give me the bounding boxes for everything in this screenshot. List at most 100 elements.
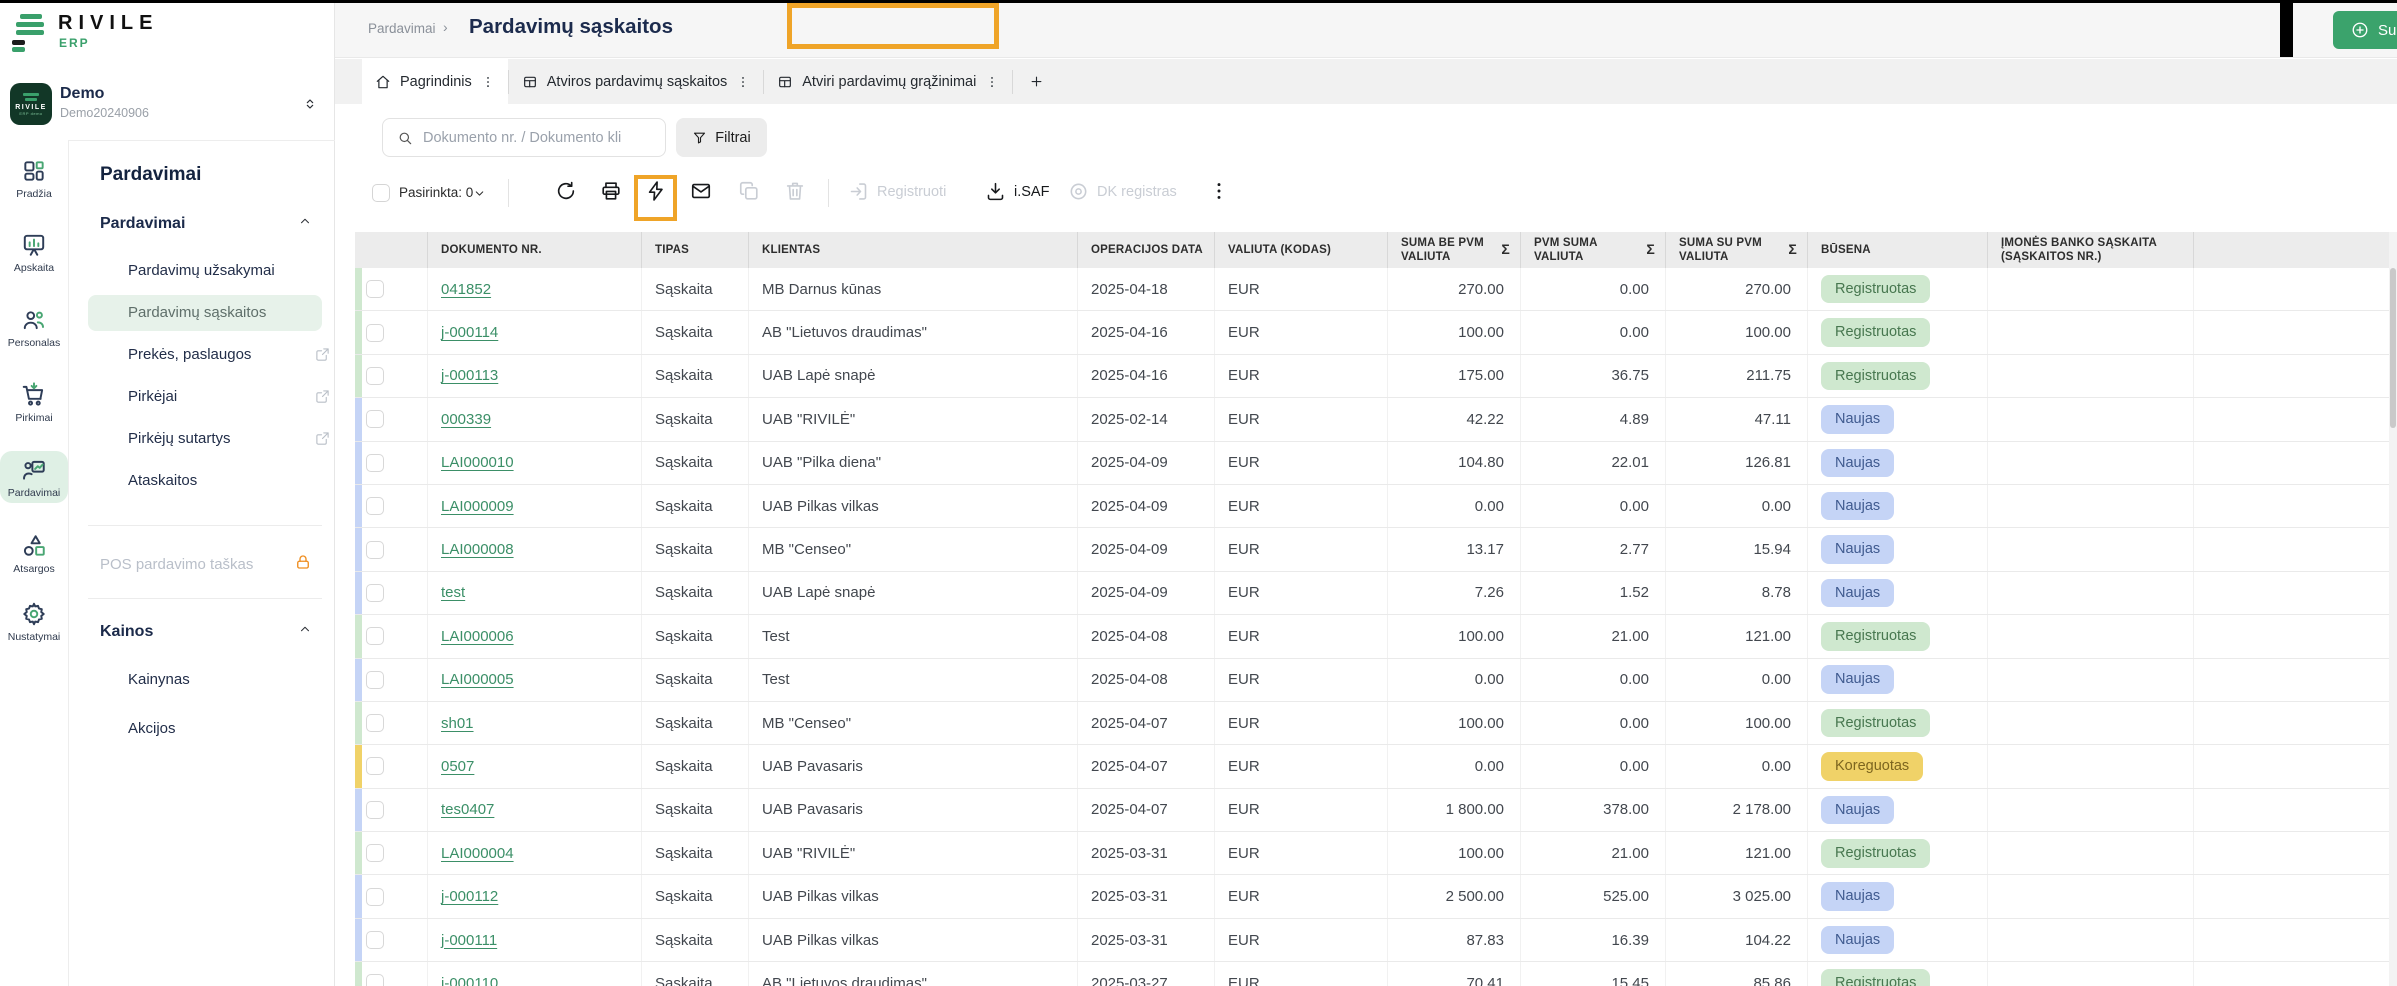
updown-chevron-icon[interactable] <box>302 94 318 114</box>
status-badge: Registruotas <box>1821 275 1930 304</box>
refresh-button[interactable] <box>552 179 580 207</box>
document-link[interactable]: j-000112 <box>441 888 498 905</box>
sidebar-item[interactable]: Ataskaitos <box>128 472 312 489</box>
column-header-bankas[interactable]: ĮMONĖS BANKO SĄSKAITA (SĄSKAITOS NR.) <box>1988 232 2194 268</box>
row-checkbox[interactable] <box>366 801 384 819</box>
document-link[interactable]: j-000113 <box>441 367 498 384</box>
row-checkbox[interactable] <box>366 931 384 949</box>
column-header-tipas[interactable]: TIPAS <box>642 232 749 268</box>
document-link[interactable]: j-000110 <box>441 975 498 986</box>
register-button[interactable]: Registruoti <box>848 181 946 202</box>
select-all-checkbox[interactable] <box>372 184 390 202</box>
row-checkbox[interactable] <box>366 541 384 559</box>
delete-button[interactable] <box>781 179 809 207</box>
tab-menu-icon[interactable] <box>481 74 495 90</box>
selected-count[interactable]: Pasirinkta: 0 <box>399 185 473 200</box>
sidebar-item[interactable]: Akcijos <box>128 720 312 737</box>
document-link[interactable]: LAI000004 <box>441 845 514 862</box>
column-header-suma_be_pvm[interactable]: SUMA BE PVM VALIUTAΣ <box>1388 232 1521 268</box>
sidebar-title: Pardavimai <box>100 164 201 186</box>
toolbar-more-button[interactable] <box>1205 179 1233 207</box>
rail-item-label: Atsargos <box>13 563 54 575</box>
copy-button[interactable] <box>735 179 763 207</box>
row-checkbox[interactable] <box>366 888 384 906</box>
document-link[interactable]: LAI000005 <box>441 671 514 688</box>
document-link[interactable]: 0507 <box>441 758 474 775</box>
chevron-down-icon[interactable] <box>473 187 486 200</box>
sidebar-item[interactable]: Kainynas <box>128 671 312 688</box>
document-link[interactable]: j-000111 <box>441 932 497 949</box>
sidebar-section-pardavimai[interactable]: Pardavimai <box>100 214 312 233</box>
rail-item-pirkimai[interactable]: Pirkimai <box>0 382 68 424</box>
company-switcher[interactable]: RIVILEERP demo Demo Demo20240906 <box>10 83 325 129</box>
print-button[interactable] <box>597 179 625 207</box>
sigma-sum-icon[interactable]: Σ <box>1646 241 1655 259</box>
document-link[interactable]: j-000114 <box>441 324 498 341</box>
document-link[interactable]: LAI000010 <box>441 454 514 471</box>
sidebar-item[interactable]: Pirkėjai <box>128 388 312 405</box>
rail-item-atsargos[interactable]: Atsargos <box>0 533 68 575</box>
row-checkbox[interactable] <box>366 324 384 342</box>
document-link[interactable]: 000339 <box>441 411 491 428</box>
document-link[interactable]: LAI000008 <box>441 541 514 558</box>
row-checkbox[interactable] <box>366 844 384 862</box>
column-header-klientas[interactable]: KLIENTAS <box>749 232 1078 268</box>
row-checkbox[interactable] <box>366 280 384 298</box>
column-header-busena[interactable]: BŪSENA <box>1808 232 1988 268</box>
dk-register-button[interactable]: DK registras <box>1068 181 1177 202</box>
row-checkbox[interactable] <box>366 671 384 689</box>
row-checkbox[interactable] <box>366 410 384 428</box>
cell-tipas: Sąskaita <box>642 398 749 440</box>
sigma-sum-icon[interactable]: Σ <box>1788 241 1797 259</box>
row-checkbox[interactable] <box>366 367 384 385</box>
email-button[interactable] <box>687 179 715 207</box>
column-header-data[interactable]: OPERACIJOS DATA <box>1078 232 1215 268</box>
tab-1[interactable]: Pagrindinis <box>362 59 508 104</box>
column-header-pvm_suma[interactable]: PVM SUMA VALIUTAΣ <box>1521 232 1666 268</box>
tab-menu-icon[interactable] <box>736 74 750 90</box>
add-tab-button[interactable] <box>1013 59 1060 104</box>
sidebar-item[interactable]: Pirkėjų sutartys <box>128 430 312 447</box>
row-checkbox[interactable] <box>366 497 384 515</box>
breadcrumb[interactable]: Pardavimai <box>368 21 436 36</box>
quick-action-button[interactable] <box>642 179 670 207</box>
column-header-valiuta[interactable]: VALIUTA (KODAS) <box>1215 232 1388 268</box>
rail-item-label: Pirkimai <box>15 412 52 424</box>
sidebar-item[interactable]: Prekės, paslaugos <box>128 346 312 363</box>
column-header-doc[interactable]: DOKUMENTO NR. <box>428 232 642 268</box>
filter-button[interactable]: Filtrai <box>676 118 767 157</box>
rail-item-personalas[interactable]: Personalas <box>0 307 68 349</box>
brand-logo[interactable]: RIVILE ERP <box>12 10 212 54</box>
scrollbar-thumb[interactable] <box>2390 268 2396 428</box>
tab-3[interactable]: Atviri pardavimų grąžinimai <box>764 59 1012 104</box>
row-checkbox[interactable] <box>366 757 384 775</box>
document-link[interactable]: LAI000009 <box>441 498 514 515</box>
cell-tipas: Sąskaita <box>642 832 749 874</box>
sigma-sum-icon[interactable]: Σ <box>1501 241 1510 259</box>
row-checkbox[interactable] <box>366 714 384 732</box>
document-link[interactable]: sh01 <box>441 715 474 732</box>
search-input[interactable] <box>423 130 653 146</box>
isaf-button[interactable]: i.SAF <box>985 181 1049 202</box>
document-link[interactable]: LAI000006 <box>441 628 514 645</box>
create-button[interactable]: Sukurti <box>2333 11 2397 49</box>
sidebar-item[interactable]: Pardavimų užsakymai <box>128 262 312 279</box>
document-link[interactable]: test <box>441 584 465 601</box>
sidebar-item[interactable]: Pardavimų sąskaitos <box>128 304 312 321</box>
row-checkbox[interactable] <box>366 627 384 645</box>
rail-item-nustatymai[interactable]: Nustatymai <box>0 601 68 643</box>
rail-item-pradžia[interactable]: Pradžia <box>0 158 68 200</box>
document-link[interactable]: 041852 <box>441 281 491 298</box>
rail-item-apskaita[interactable]: Apskaita <box>0 232 68 274</box>
row-checkbox[interactable] <box>366 974 384 986</box>
document-link[interactable]: tes0407 <box>441 801 494 818</box>
column-header-suma_su_pvm[interactable]: SUMA SU PVM VALIUTAΣ <box>1666 232 1808 268</box>
row-checkbox[interactable] <box>366 584 384 602</box>
tab-menu-icon[interactable] <box>985 74 999 90</box>
tab-2[interactable]: Atviros pardavimų sąskaitos <box>509 59 764 104</box>
rail-item-pardavimai[interactable]: Pardavimai <box>0 457 68 499</box>
sidebar-section-kainos[interactable]: Kainos <box>100 622 312 641</box>
row-checkbox[interactable] <box>366 454 384 472</box>
cart-icon <box>21 382 47 408</box>
table-row: j-000112SąskaitaUAB Pilkas vilkas2025-03… <box>355 875 2397 918</box>
